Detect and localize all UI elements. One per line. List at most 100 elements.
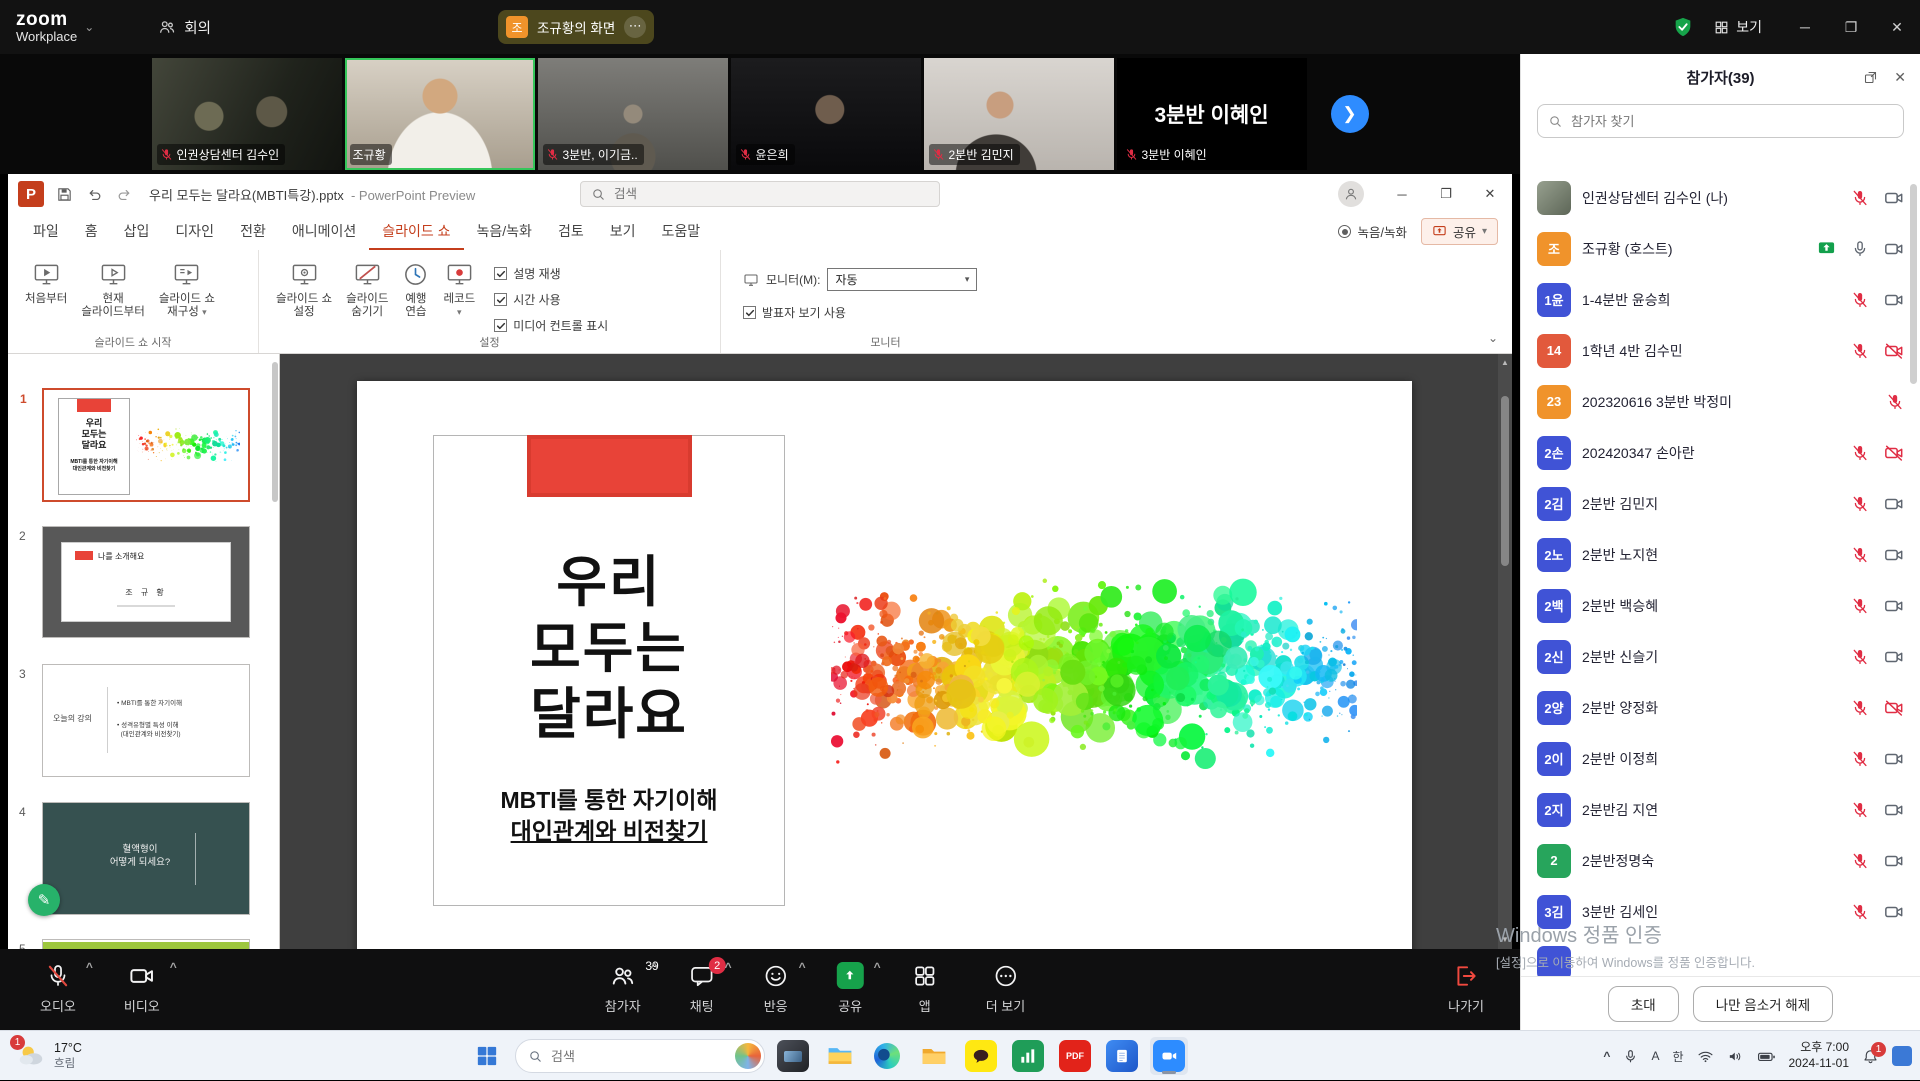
mic-muted-icon[interactable] <box>1851 546 1869 564</box>
chevron-up-icon[interactable]: ^ <box>725 960 732 974</box>
share-options-icon[interactable]: ⋯ <box>624 16 646 38</box>
show-media-controls-checkbox[interactable]: 미디어 컨트롤 표시 <box>494 317 608 334</box>
camera-off-icon[interactable] <box>1884 698 1904 718</box>
chevron-up-icon[interactable]: ^ <box>799 960 806 974</box>
toolbar-apps-button[interactable]: 앱 <box>888 949 962 1030</box>
participant-search-input[interactable] <box>1571 114 1893 129</box>
slide-thumbnail-5[interactable]: 5 <box>42 939 250 949</box>
toolbar-participants-button[interactable]: 39참가자^ <box>581 949 665 1030</box>
mic-muted-icon[interactable] <box>1851 750 1869 768</box>
toolbar-audio-button[interactable]: 오디오^ <box>16 949 100 1030</box>
save-icon[interactable] <box>56 186 73 203</box>
video-tile[interactable]: 윤은희 <box>731 58 921 170</box>
mic-muted-icon[interactable] <box>1851 189 1869 207</box>
volume-icon[interactable] <box>1727 1048 1744 1065</box>
collapse-ribbon-icon[interactable]: ⌄ <box>1488 331 1498 345</box>
mic-muted-icon[interactable] <box>1851 852 1869 870</box>
rehearse-timings-button[interactable]: 예행연습 <box>395 255 436 325</box>
annotation-pencil-button[interactable]: ✎ <box>28 884 60 916</box>
participant-row[interactable]: 2백2분반 백승혜 <box>1521 580 1920 631</box>
mic-muted-icon[interactable] <box>1851 444 1869 462</box>
meeting-tab[interactable]: 회의 <box>158 17 211 38</box>
view-button[interactable]: 보기 <box>1714 17 1762 37</box>
shared-screen-indicator[interactable]: 조 조규황의 화면 ⋯ <box>498 10 654 44</box>
camera-off-icon[interactable] <box>1884 341 1904 361</box>
mic-muted-icon[interactable] <box>1851 495 1869 513</box>
camera-on-icon[interactable] <box>1884 188 1904 208</box>
ribbon-tab-5[interactable]: 전환 <box>227 214 279 250</box>
close-icon[interactable]: ✕ <box>1874 0 1920 54</box>
current-slide[interactable]: 우리모두는달라요 MBTI를 통한 자기이해대인관계와 비전찾기 <box>357 381 1412 949</box>
video-tile[interactable]: 3분반, 이기금.. <box>538 58 728 170</box>
ribbon-tab-4[interactable]: 디자인 <box>162 214 227 250</box>
toolbar-share-button[interactable]: 공유^ <box>813 949 888 1030</box>
start-button[interactable] <box>468 1037 506 1075</box>
redo-icon[interactable] <box>116 186 133 203</box>
camera-on-icon[interactable] <box>1884 596 1904 616</box>
ribbon-tab-10[interactable]: 보기 <box>597 214 649 250</box>
panel-scrollbar[interactable] <box>1910 184 1917 384</box>
wifi-icon[interactable] <box>1697 1048 1714 1065</box>
participant-search-box[interactable] <box>1537 104 1904 138</box>
notebook-app-icon[interactable] <box>1103 1037 1141 1075</box>
chevron-up-icon[interactable]: ^ <box>170 960 177 974</box>
taskbar-search-input[interactable] <box>551 1049 727 1064</box>
participant-row[interactable]: 141학년 4반 김수민 <box>1521 325 1920 376</box>
use-timings-checkbox[interactable]: 시간 사용 <box>494 291 608 308</box>
invite-button[interactable]: 초대 <box>1608 986 1679 1022</box>
notification-bell-icon[interactable]: 1 <box>1862 1048 1879 1065</box>
participant-row[interactable]: 22분반정명숙 <box>1521 835 1920 886</box>
video-tile[interactable]: 조규황 <box>345 58 535 170</box>
ppt-share-button[interactable]: 공유 ▾ <box>1421 218 1498 245</box>
ppt-close-icon[interactable]: ✕ <box>1468 174 1512 214</box>
chevron-up-icon[interactable]: ^ <box>651 960 658 974</box>
record-slideshow-button[interactable]: 레코드▾ <box>436 255 482 325</box>
taskbar-search-box[interactable] <box>515 1039 765 1073</box>
camera-on-icon[interactable] <box>1884 851 1904 871</box>
edge-app-icon[interactable] <box>868 1037 906 1075</box>
camera-on-icon[interactable] <box>1884 749 1904 769</box>
participant-row[interactable]: 2노2분반 노지현 <box>1521 529 1920 580</box>
ribbon-tab-2[interactable]: 홈 <box>72 214 111 250</box>
camera-on-icon[interactable] <box>1884 800 1904 820</box>
video-tile[interactable]: 2분반 김민지 <box>924 58 1114 170</box>
video-tile[interactable]: 3분반 이혜인3분반 이혜인 <box>1117 58 1307 170</box>
mic-icon[interactable] <box>1851 240 1869 258</box>
participant-row[interactable]: 2지2분반김 지연 <box>1521 784 1920 835</box>
ribbon-tab-7[interactable]: 슬라이드 쇼 <box>369 214 463 250</box>
ppt-minimize-icon[interactable]: ─ <box>1380 174 1424 214</box>
popout-icon[interactable] <box>1863 70 1878 85</box>
tray-mic-icon[interactable] <box>1623 1049 1638 1064</box>
toolbar-more-button[interactable]: 더 보기 <box>962 949 1050 1030</box>
chevron-up-icon[interactable]: ^ <box>86 960 93 974</box>
custom-slideshow-button[interactable]: 슬라이드 쇼재구성 ▾ <box>152 255 222 325</box>
folder-app-icon[interactable] <box>915 1037 953 1075</box>
camera-on-icon[interactable] <box>1884 239 1904 259</box>
ribbon-tab-1[interactable]: 파일 <box>20 214 72 250</box>
search-highlight-icon[interactable] <box>735 1043 761 1069</box>
from-beginning-button[interactable]: 처음부터 <box>18 255 74 312</box>
thumbnail-scrollbar[interactable] <box>272 362 278 502</box>
camera-on-icon[interactable] <box>1884 647 1904 667</box>
participant-row[interactable]: 조조규황 (호스트) <box>1521 223 1920 274</box>
camera-on-icon[interactable] <box>1884 290 1904 310</box>
setup-slideshow-button[interactable]: 슬라이드 쇼설정 <box>269 255 339 325</box>
encryption-shield-icon[interactable] <box>1672 16 1694 38</box>
scrollbar-thumb[interactable] <box>1501 396 1509 566</box>
chevron-down-icon[interactable]: ⌄ <box>84 20 94 34</box>
participant-row[interactable]: 2양2분반 양정화 <box>1521 682 1920 733</box>
image-app-icon[interactable] <box>774 1037 812 1075</box>
scroll-down-icon[interactable]: ▼ <box>1498 931 1512 947</box>
ribbon-tab-6[interactable]: 애니메이션 <box>279 214 369 250</box>
participant-row[interactable]: 2신2분반 신슬기 <box>1521 631 1920 682</box>
mic-muted-icon[interactable] <box>1851 342 1869 360</box>
ribbon-tab-8[interactable]: 녹음/녹화 <box>464 214 545 250</box>
chevron-up-icon[interactable]: ^ <box>874 960 881 974</box>
ppt-search-box[interactable] <box>580 181 940 207</box>
use-presenter-view-checkbox[interactable]: 발표자 보기 사용 <box>743 304 977 321</box>
camera-on-icon[interactable] <box>1884 545 1904 565</box>
video-tile[interactable]: 인권상담센터 김수인 <box>152 58 342 170</box>
participant-row[interactable]: 1윤1-4분반 윤승희 <box>1521 274 1920 325</box>
ribbon-tab-3[interactable]: 삽입 <box>111 214 163 250</box>
tray-app-icon[interactable] <box>1892 1046 1912 1066</box>
